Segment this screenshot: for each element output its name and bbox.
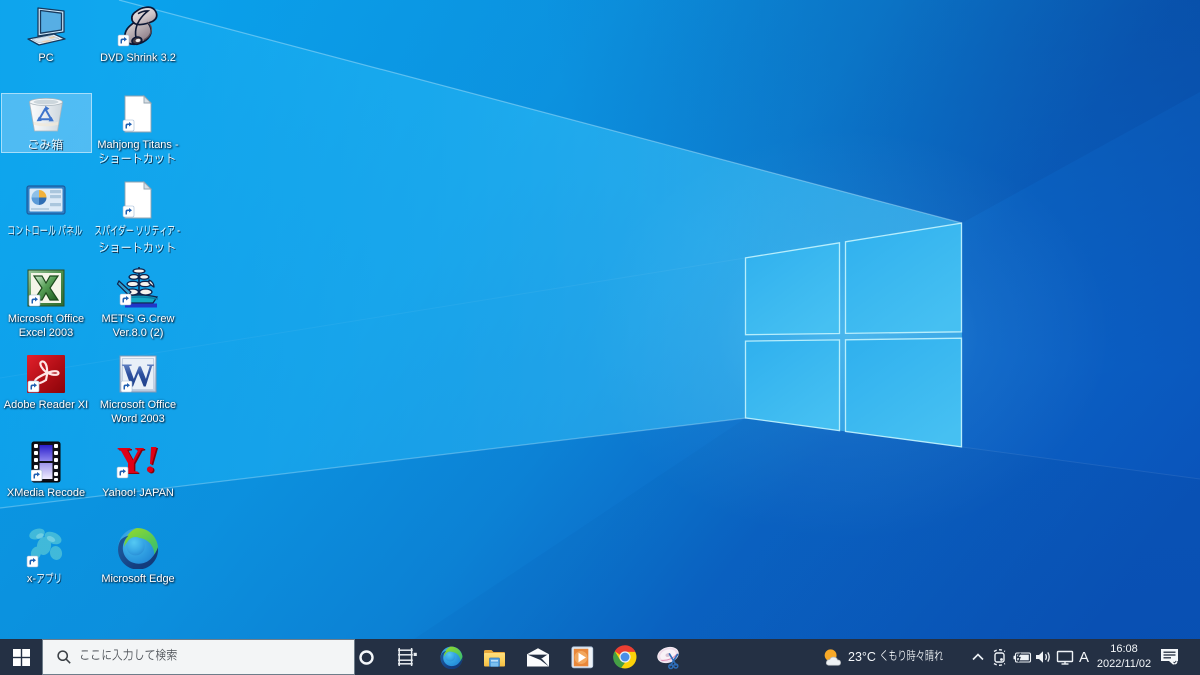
svg-text:!: ! (144, 443, 159, 481)
